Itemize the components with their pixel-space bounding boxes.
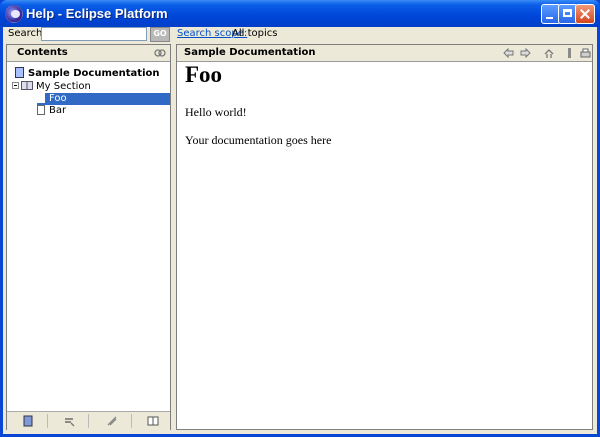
title-bar[interactable]: Help - Eclipse Platform — [0, 0, 600, 27]
back-icon[interactable] — [502, 47, 515, 59]
print-icon[interactable] — [579, 47, 592, 59]
eclipse-app-icon — [5, 5, 23, 23]
tree-item-label: Bar — [49, 105, 67, 116]
tree-item-bar[interactable]: Bar — [37, 105, 66, 117]
index-icon[interactable] — [147, 415, 159, 427]
help-window: Help - Eclipse Platform Search: GO Searc… — [0, 0, 600, 437]
tab-separator — [131, 414, 132, 428]
open-book-icon — [21, 81, 33, 90]
link-with-contents-icon[interactable] — [154, 47, 166, 59]
search-input[interactable] — [41, 27, 147, 41]
paragraph: Your documentation goes here — [185, 133, 332, 147]
window-client-area: Search: GO Search scope: All topics Cont… — [3, 27, 597, 434]
page-icon — [37, 105, 45, 115]
sync-toc-icon[interactable] — [543, 47, 556, 59]
tab-separator — [47, 414, 48, 428]
contents-header: Contents — [7, 45, 170, 62]
search-bar: Search: GO Search scope: All topics — [3, 27, 597, 43]
bookmarks-icon[interactable] — [106, 415, 118, 427]
tree-section-item[interactable]: My Section — [12, 81, 91, 93]
search-scope-value: All topics — [232, 28, 278, 39]
topic-header: Sample Documentation — [177, 45, 592, 62]
book-icon — [15, 67, 24, 78]
contents-icon[interactable] — [22, 415, 34, 427]
collapse-icon[interactable] — [12, 82, 19, 89]
page-title: Foo — [185, 62, 223, 87]
links-icon[interactable] — [63, 415, 75, 427]
tree-root-item[interactable]: Sample Documentation — [15, 67, 159, 79]
tree-item-foo[interactable]: Foo — [37, 93, 170, 105]
paragraph: Hello world! — [185, 105, 247, 119]
view-tabs — [7, 411, 170, 430]
close-button[interactable] — [575, 4, 595, 24]
tree-section-label: My Section — [36, 81, 91, 92]
tree-root-label: Sample Documentation — [28, 68, 160, 79]
tab-separator — [88, 414, 89, 428]
topic-panel: Sample Documentation Foo Hello world! Yo… — [176, 44, 593, 430]
go-button[interactable]: GO — [150, 27, 170, 42]
forward-icon[interactable] — [519, 47, 532, 59]
bookmark-icon[interactable] — [563, 47, 576, 59]
contents-title: Contents — [17, 47, 68, 58]
page-icon — [37, 93, 45, 103]
window-title: Help - Eclipse Platform — [26, 6, 168, 21]
topic-header-title: Sample Documentation — [184, 47, 316, 58]
contents-panel: Contents Sample Documentation My Section… — [6, 44, 171, 430]
tree-item-label: Foo — [49, 93, 67, 104]
